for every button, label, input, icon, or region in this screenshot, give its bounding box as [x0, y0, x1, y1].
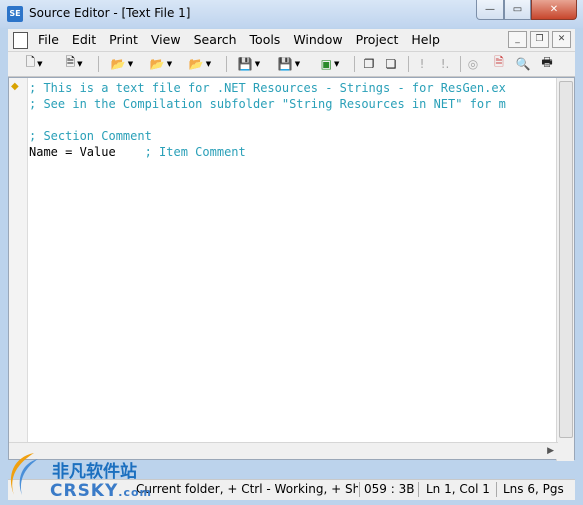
watermark-en-main: CRSKY	[50, 481, 119, 501]
menu-file[interactable]: File	[38, 32, 59, 47]
menu-print[interactable]: Print	[109, 32, 138, 47]
watermark-logo-icon	[10, 453, 38, 495]
paste-button[interactable]: ❏	[382, 55, 400, 72]
open-project-button[interactable]: 📂 ▼	[145, 55, 177, 72]
copy-icon: ❐	[363, 56, 375, 71]
maximize-icon: ▭	[512, 4, 523, 15]
code-comment-segment: ; Item Comment	[115, 145, 246, 159]
dropdown-arrow-icon: ▼	[166, 59, 173, 68]
open-recent-button[interactable]: 📂 ▼	[184, 55, 216, 72]
copy-button[interactable]: ❐	[360, 55, 378, 72]
open-folder-icon: 📂	[110, 56, 126, 71]
status-cursor-position: Ln 1, Col 1	[426, 482, 490, 496]
watermark-en-suffix: .com	[118, 486, 153, 499]
menu-search[interactable]: Search	[194, 32, 237, 47]
dropdown-arrow-icon: ▼	[254, 59, 261, 68]
code-line: Name = Value ; Item Comment	[29, 144, 506, 160]
watermark-en-text: CRSKY.com	[50, 481, 152, 501]
run-button[interactable]: !	[414, 55, 430, 72]
paste-icon: ❏	[385, 56, 397, 71]
dropdown-arrow-icon: ▼	[294, 59, 301, 68]
print-document-icon: 🗎	[494, 55, 504, 69]
menu-edit[interactable]: Edit	[72, 32, 96, 47]
open-button[interactable]: 📂 ▼	[106, 55, 138, 72]
save-button[interactable]: 💾 ▼	[233, 55, 265, 72]
title-bar: SE Source Editor - [Text File 1] — ▭ ✕	[0, 0, 583, 28]
child-minimize-button[interactable]: _	[508, 31, 527, 48]
vertical-scrollbar[interactable]	[556, 78, 574, 461]
scroll-right-icon[interactable]: ▶	[547, 446, 554, 456]
save-as-button[interactable]: 💾 ▼	[273, 55, 305, 72]
new-button[interactable]: 🗋 ▼	[20, 55, 48, 72]
new-file-icon: 🗋	[25, 55, 36, 69]
menu-help[interactable]: Help	[411, 32, 440, 47]
dropdown-arrow-icon: ▼	[205, 59, 212, 68]
minimize-icon: _	[515, 34, 520, 44]
menu-tools[interactable]: Tools	[250, 32, 281, 47]
watermark-cn-text: 非凡软件站	[52, 462, 137, 482]
code-text[interactable]: ; This is a text file for .NET Resources…	[29, 80, 506, 160]
browser-icon: ◎	[467, 56, 479, 71]
code-editor[interactable]: ◆ ; This is a text file for .NET Resourc…	[8, 77, 575, 461]
code-text-segment: Name = Value	[29, 145, 116, 159]
open-recent-icon: 📂	[188, 56, 204, 71]
status-hint: Current folder, + Ctrl - Working, + Sh	[136, 482, 358, 496]
watermark: 非凡软件站 CRSKY.com	[0, 443, 160, 505]
menu-window[interactable]: Window	[293, 32, 342, 47]
printer-button[interactable]: 🖶	[538, 55, 556, 72]
restore-icon: ❐	[535, 34, 544, 44]
dropdown-arrow-icon: ▼	[77, 59, 83, 68]
status-line-count: Lns 6, Pgs	[503, 482, 564, 496]
app-window: SE Source Editor - [Text File 1] — ▭ ✕ F…	[0, 0, 583, 505]
status-char-code: 059 : 3B	[364, 482, 415, 496]
menu-bar: File Edit Print View Search Tools Window…	[8, 29, 575, 52]
window-title: Source Editor - [Text File 1]	[29, 6, 191, 20]
run-step-button[interactable]: !.	[436, 55, 454, 72]
new-template-icon: 🗎	[65, 55, 76, 69]
menu-view[interactable]: View	[151, 32, 181, 47]
dropdown-arrow-icon: ▼	[127, 59, 134, 68]
printer-icon: 🖶	[541, 55, 553, 69]
bookmark-gutter[interactable]: ◆	[9, 78, 28, 459]
minimize-button[interactable]: —	[476, 0, 504, 20]
current-line-marker-icon: ◆	[11, 81, 19, 92]
dropdown-arrow-icon: ▼	[333, 59, 340, 68]
menu-project[interactable]: Project	[356, 32, 399, 47]
document-icon[interactable]	[13, 32, 28, 49]
exclamation-step-icon: !.	[440, 56, 450, 71]
save-as-icon: 💾	[277, 56, 293, 71]
child-restore-button[interactable]: ❐	[530, 31, 549, 48]
code-line: ; This is a text file for .NET Resources…	[29, 81, 506, 95]
app-icon: SE	[7, 6, 23, 22]
open-project-icon: 📂	[149, 56, 165, 71]
minimize-icon: —	[485, 4, 495, 15]
child-close-button[interactable]: ✕	[552, 31, 571, 48]
vertical-scroll-thumb[interactable]	[559, 81, 573, 438]
exclamation-icon: !	[419, 56, 425, 71]
close-icon: ✕	[549, 4, 559, 15]
toolbar: 🗋 ▼ 🗎 ▼ 📂 ▼ 📂 ▼ 📂 ▼ 💾 ▼ 💾 ▼ ▣ ▼ ❐ ❏ ! !. ◎ 🗎 🔍 🖶	[8, 52, 575, 77]
maximize-button[interactable]: ▭	[504, 0, 531, 20]
code-line: ; See in the Compilation subfolder "Stri…	[29, 97, 506, 111]
browser-button[interactable]: ◎	[464, 55, 482, 72]
save-icon: 💾	[237, 56, 253, 71]
print-preview-icon: 🔍	[515, 56, 531, 71]
print-preview-button[interactable]: 🔍	[514, 55, 532, 72]
dropdown-arrow-icon: ▼	[37, 59, 43, 68]
close-button[interactable]: ✕	[531, 0, 577, 20]
close-icon: ✕	[557, 34, 566, 44]
new-template-button[interactable]: 🗎 ▼	[60, 55, 88, 72]
print-button[interactable]: 🗎	[490, 55, 508, 72]
save-all-button[interactable]: ▣ ▼	[314, 55, 346, 72]
code-line: ; Section Comment	[29, 129, 152, 143]
save-all-icon: ▣	[320, 56, 332, 71]
